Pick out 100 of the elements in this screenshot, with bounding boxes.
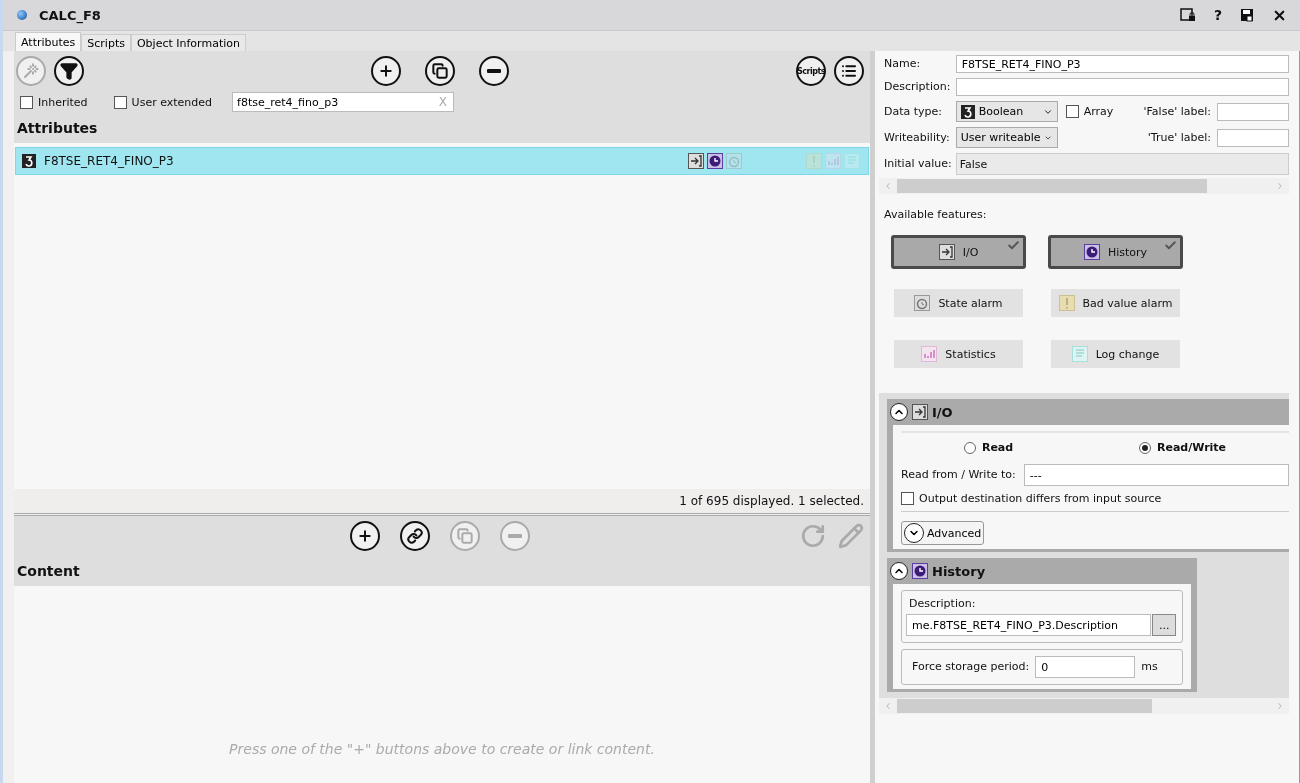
checkbox-label: Array bbox=[1083, 105, 1114, 118]
input-icon bbox=[912, 404, 928, 420]
feature-toggle[interactable]: I/O bbox=[891, 235, 1026, 269]
boolean-type-icon bbox=[960, 104, 975, 119]
section-title: History bbox=[932, 563, 986, 579]
filter-button[interactable] bbox=[54, 56, 84, 86]
section-heading: Content bbox=[14, 556, 870, 586]
input-icon bbox=[688, 153, 704, 169]
exclamation-icon bbox=[1058, 295, 1075, 311]
writeability-dropdown[interactable]: User writeable bbox=[955, 127, 1058, 148]
exclamation-icon bbox=[806, 153, 822, 169]
field-label: 'True' label: bbox=[1147, 130, 1211, 145]
refresh-icon bbox=[800, 523, 826, 549]
browse-button[interactable]: ... bbox=[1152, 614, 1176, 636]
feature-toggle[interactable]: Statistics bbox=[894, 340, 1023, 368]
scroll-left-icon bbox=[883, 181, 893, 191]
field-label: Force storage period: bbox=[912, 660, 1030, 674]
window-title: CALC_F8 bbox=[39, 7, 102, 23]
field-label: Read from / Write to: bbox=[901, 468, 1016, 482]
field-label: Writeability: bbox=[884, 130, 951, 145]
radio-button[interactable] bbox=[963, 441, 976, 454]
alarm-icon bbox=[726, 153, 742, 169]
checkbox[interactable] bbox=[1065, 105, 1079, 118]
plus-icon bbox=[357, 528, 373, 544]
radio-button[interactable] bbox=[1138, 441, 1151, 454]
boolean-type-icon bbox=[22, 154, 36, 168]
search-field[interactable]: f8tse_ret4_fino_p3 X bbox=[232, 92, 455, 112]
clock-icon bbox=[1083, 244, 1100, 260]
feature-toggle[interactable]: State alarm bbox=[894, 289, 1023, 317]
checkbox[interactable] bbox=[901, 492, 914, 505]
field-label: Description: bbox=[908, 597, 977, 611]
section-title: I/O bbox=[932, 404, 953, 420]
bar-chart-icon bbox=[921, 346, 938, 362]
name-field[interactable]: F8TSE_RET4_FINO_P3 bbox=[955, 55, 1289, 73]
unit-label: ms bbox=[1141, 660, 1158, 674]
checkbox[interactable] bbox=[20, 95, 33, 109]
duplicate-button[interactable] bbox=[425, 56, 455, 86]
status-icon bbox=[17, 10, 27, 20]
minus-icon bbox=[508, 534, 522, 538]
feature-toggle[interactable]: History bbox=[1048, 235, 1183, 269]
description-field[interactable] bbox=[955, 78, 1289, 96]
remove-button[interactable] bbox=[479, 56, 509, 86]
field-label: Name: bbox=[884, 57, 922, 71]
list-button[interactable] bbox=[834, 56, 864, 86]
scroll-right-icon bbox=[1275, 181, 1285, 191]
list-icon bbox=[841, 63, 857, 79]
collapse-button[interactable] bbox=[890, 403, 908, 421]
checkbox-label: Output destination differs from input source bbox=[919, 492, 1162, 505]
field-label: 'False' label: bbox=[1143, 104, 1211, 119]
add-button[interactable] bbox=[371, 56, 401, 86]
feature-toggle[interactable]: Log change bbox=[1051, 340, 1180, 368]
tab[interactable]: Scripts bbox=[81, 34, 131, 51]
horizontal-scrollbar[interactable] bbox=[879, 698, 1289, 714]
field-label: Description: bbox=[884, 80, 952, 94]
false-label-field[interactable] bbox=[1217, 102, 1289, 121]
checkbox-label: Inherited bbox=[38, 95, 88, 109]
check-icon bbox=[1007, 239, 1020, 252]
field-label: Initial value: bbox=[884, 157, 952, 171]
description-field[interactable]: me.F8TSE_RET4_FINO_P3.Description bbox=[906, 614, 1152, 636]
alarm-icon bbox=[914, 295, 931, 311]
radio-label: Read/Write bbox=[1156, 441, 1227, 454]
clock-icon bbox=[912, 563, 928, 579]
scripts-button[interactable]: Scripts bbox=[796, 56, 826, 86]
storage-period-field[interactable]: 0 bbox=[1035, 656, 1136, 678]
add-button[interactable] bbox=[350, 521, 380, 551]
advanced-button[interactable]: Advanced bbox=[901, 521, 985, 545]
scroll-left-icon bbox=[883, 701, 893, 711]
data-type-dropdown[interactable]: Boolean bbox=[955, 101, 1058, 122]
initial-value-field[interactable]: False bbox=[955, 153, 1289, 175]
collapse-button[interactable] bbox=[890, 562, 908, 580]
pencil-icon bbox=[838, 523, 864, 549]
features-heading: Available features: bbox=[883, 207, 988, 223]
clock-icon bbox=[707, 153, 723, 169]
radio-label: Read bbox=[981, 441, 1014, 454]
feature-toggle[interactable]: Bad value alarm bbox=[1051, 289, 1180, 317]
copy-icon bbox=[432, 63, 448, 79]
bar-chart-icon bbox=[825, 153, 841, 169]
true-label-field[interactable] bbox=[1217, 128, 1289, 147]
scroll-right-icon bbox=[1275, 701, 1285, 711]
tab[interactable]: Attributes bbox=[15, 32, 82, 51]
copy-icon bbox=[457, 528, 473, 544]
horizontal-scrollbar[interactable] bbox=[879, 178, 1289, 194]
input-icon bbox=[938, 244, 955, 260]
attribute-row[interactable]: F8TSE_RET4_FINO_P3 bbox=[15, 147, 869, 175]
checkbox[interactable] bbox=[113, 95, 127, 109]
help-button[interactable]: ? bbox=[1210, 7, 1225, 23]
address-field[interactable]: --- bbox=[1023, 464, 1289, 486]
tab[interactable]: Object Information bbox=[130, 34, 246, 51]
link-button[interactable] bbox=[400, 521, 430, 551]
minus-icon bbox=[487, 69, 501, 73]
plus-icon bbox=[378, 63, 394, 79]
checkbox-label: User extended bbox=[131, 95, 213, 109]
filter-icon bbox=[60, 62, 78, 80]
wand-icon bbox=[23, 63, 39, 79]
check-icon bbox=[1164, 239, 1177, 252]
document-icon bbox=[1071, 346, 1088, 362]
section-heading: Attributes bbox=[14, 113, 870, 143]
link-icon bbox=[407, 528, 423, 544]
field-label: Data type: bbox=[884, 104, 944, 119]
empty-hint: Press one of the "+" buttons above to create or link content. bbox=[229, 741, 655, 757]
